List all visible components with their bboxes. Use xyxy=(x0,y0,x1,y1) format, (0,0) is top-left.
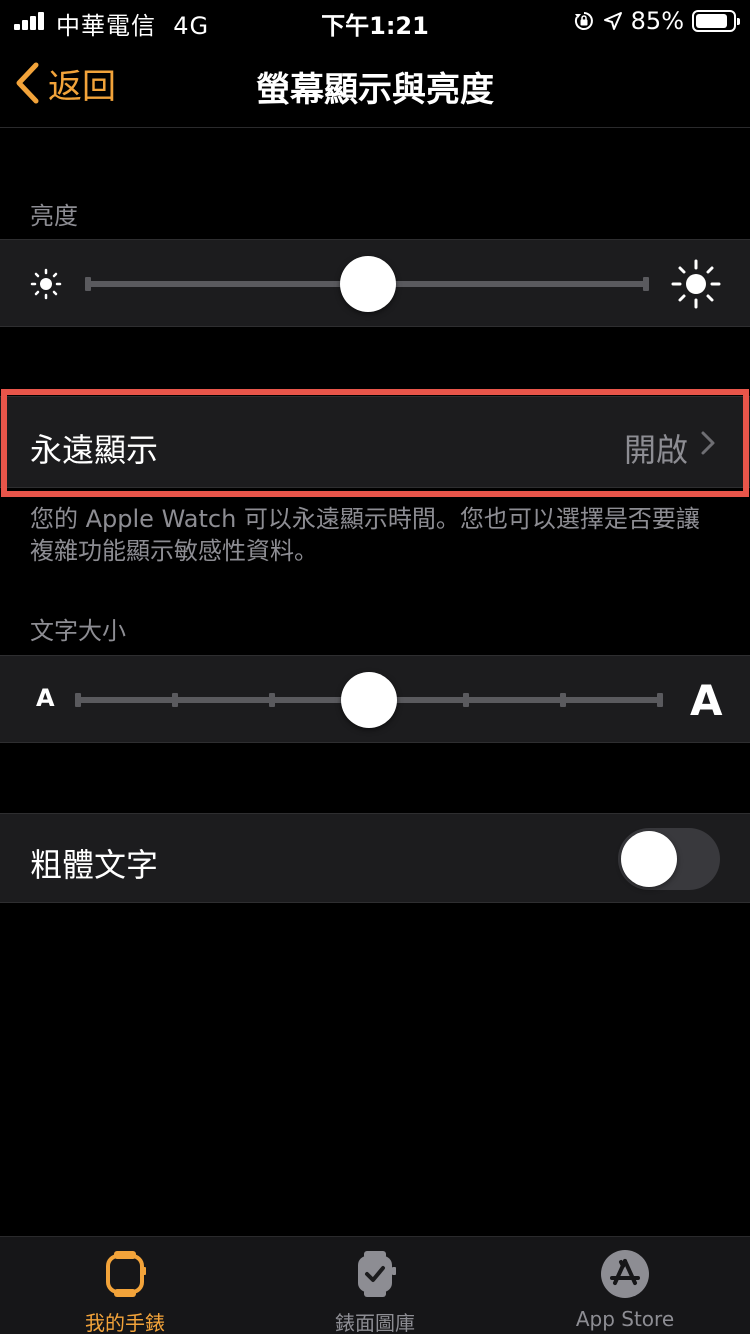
brightness-header: 亮度 xyxy=(30,202,78,230)
orientation-lock-icon xyxy=(574,12,593,30)
watch-icon xyxy=(106,1251,146,1297)
app-store-icon xyxy=(601,1250,649,1298)
brightness-low-icon xyxy=(30,268,62,300)
location-arrow-icon xyxy=(603,12,622,30)
tab-face-gallery[interactable]: 錶面圖庫 xyxy=(250,1237,500,1334)
highlight-box xyxy=(1,389,749,497)
brightness-slider-thumb[interactable] xyxy=(340,256,396,312)
text-size-small-glyph: A xyxy=(36,684,55,712)
bold-text-row: 粗體文字 xyxy=(0,813,750,903)
text-size-tick xyxy=(75,693,81,707)
tab-my-watch[interactable]: 我的手錶 xyxy=(0,1237,250,1334)
brightness-group xyxy=(0,239,750,327)
status-bar: 中華電信 4G 下午1:21 85% xyxy=(0,0,750,40)
brightness-track-start-cap xyxy=(85,277,91,291)
text-size-large-glyph: A xyxy=(690,676,723,725)
text-size-tick xyxy=(172,693,178,707)
bold-text-toggle[interactable] xyxy=(618,828,720,890)
text-size-slider-thumb[interactable] xyxy=(341,672,397,728)
text-size-tick xyxy=(269,693,275,707)
tab-label: App Store xyxy=(575,1307,675,1331)
battery-icon xyxy=(692,10,740,32)
text-size-tick xyxy=(560,693,566,707)
brightness-high-icon xyxy=(671,259,721,309)
tab-label: 我的手錶 xyxy=(85,1311,165,1334)
toggle-knob xyxy=(621,831,677,887)
watch-face-gallery-icon xyxy=(358,1251,396,1297)
tab-bar: 我的手錶 錶面圖庫 App Store xyxy=(0,1236,750,1334)
text-size-tick xyxy=(657,693,663,707)
battery-percent: 85% xyxy=(630,7,684,35)
brightness-track-end-cap xyxy=(643,277,649,291)
text-size-group: A A xyxy=(0,655,750,743)
bold-text-label: 粗體文字 xyxy=(30,846,159,884)
tab-app-store[interactable]: App Store xyxy=(500,1237,750,1334)
battery-fill xyxy=(696,14,727,28)
navigation-bar: 返回 螢幕顯示與亮度 xyxy=(0,40,750,128)
tab-label: 錶面圖庫 xyxy=(335,1311,415,1334)
page-title: 螢幕顯示與亮度 xyxy=(256,70,494,110)
text-size-tick xyxy=(463,693,469,707)
status-right: 85% xyxy=(573,6,740,36)
text-size-header: 文字大小 xyxy=(30,617,126,645)
always-on-footnote: 您的 Apple Watch 可以永遠顯示時間。您也可以選擇是否要讓複雜功能顯示… xyxy=(30,505,700,565)
